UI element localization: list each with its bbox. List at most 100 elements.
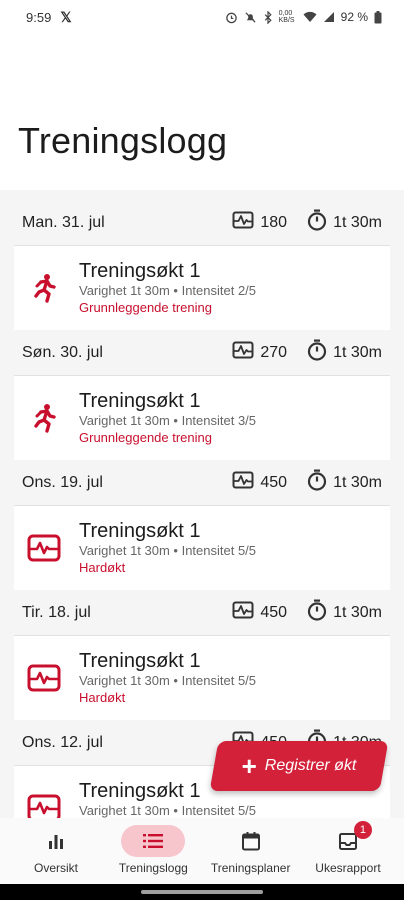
session-details: Varighet 1t 30m • Intensitet 3/5 [79, 413, 257, 428]
network-speed: 0,00 KB/S [278, 10, 295, 24]
day-stats: 270 1t 30m [232, 339, 382, 366]
training-load-stat: 450 [232, 471, 287, 494]
session-text: Treningsøkt 1 Varighet 1t 30m • Intensite… [79, 520, 256, 576]
heartbeat-icon [24, 788, 64, 818]
training-load-icon [232, 341, 254, 364]
calendar-icon [241, 832, 260, 851]
nav-icon-wrap: 1 [316, 821, 380, 857]
stopwatch-icon [307, 469, 327, 496]
duration-stat: 1t 30m [307, 599, 382, 626]
notification-badge: 1 [353, 821, 372, 839]
wifi-icon [303, 11, 317, 22]
training-load-icon [232, 601, 254, 624]
duration-stat: 1t 30m [307, 469, 382, 496]
heartbeat-icon [24, 528, 64, 568]
session-card[interactable]: Treningsøkt 1 Varighet 1t 30m • Intensite… [14, 376, 390, 460]
day-date: Ons. 12. jul [22, 733, 103, 751]
list-icon [143, 834, 164, 848]
nav-label: Treningslogg [118, 861, 188, 875]
runner-icon [24, 398, 64, 438]
training-load-value: 450 [260, 473, 288, 491]
day-stats: 180 1t 30m [232, 209, 382, 236]
status-right: 0,00 KB/S 92 % [225, 10, 382, 24]
nav-item-treningsplaner[interactable]: Treningsplaner [203, 818, 299, 884]
day-date: Man. 31. jul [22, 213, 105, 231]
session-title: Treningsøkt 1 [79, 650, 201, 672]
page-title: Treningslogg [18, 120, 228, 161]
session-card[interactable]: Treningsøkt 1 Varighet 1t 30m • Intensite… [14, 506, 390, 590]
day-group: Man. 31. jul 180 1t 30m Treningsøkt 1 Varigh… [14, 200, 390, 330]
nav-icon-wrap [24, 825, 88, 857]
day-group: Ons. 19. jul 450 1t 30m Treningsøkt 1 Varigh… [14, 460, 390, 590]
nav-icon-wrap-active [121, 825, 186, 857]
session-text: Treningsøkt 1 Varighet 1t 30m • Intensite… [79, 390, 256, 446]
x-app-icon: 𝕏 [60, 8, 72, 25]
training-log-content: Man. 31. jul 180 1t 30m Treningsøkt 1 Varigh… [14, 200, 390, 818]
nav-icon-wrap [219, 825, 283, 857]
session-details: Varighet 1t 30m • Intensitet 5/5 [79, 803, 257, 818]
status-time: 9:59 [26, 9, 52, 25]
alarm-icon [225, 12, 237, 23]
battery-percent: 92 % [340, 10, 368, 24]
training-load-value: 270 [260, 343, 288, 361]
training-load-stat: 450 [232, 601, 287, 624]
nav-item-oversikt[interactable]: Oversikt [8, 818, 104, 884]
nav-label: Oversikt [33, 861, 78, 875]
stopwatch-icon [307, 599, 327, 626]
session-title: Treningsøkt 1 [79, 260, 201, 282]
session-details: Varighet 1t 30m • Intensitet 5/5 [79, 543, 257, 558]
day-header: Man. 31. jul 180 1t 30m [14, 200, 390, 246]
duration-stat: 1t 30m [307, 209, 382, 236]
session-type: Hardøkt [79, 560, 126, 575]
training-load-icon [232, 471, 254, 494]
bar-chart-icon [49, 835, 63, 849]
bottom-nav: Oversikt Treningslogg Treningsplaner 1 U… [0, 818, 404, 884]
signal-icon [323, 12, 334, 22]
day-date: Søn. 30. jul [22, 343, 103, 361]
nav-item-treningslogg[interactable]: Treningslogg [105, 818, 201, 884]
session-type: Hardøkt [79, 690, 126, 705]
status-left: 9:59 𝕏 [26, 9, 72, 26]
day-header: Tir. 18. jul 450 1t 30m [14, 590, 390, 636]
register-session-button[interactable]: + Registrer økt [209, 741, 389, 791]
home-gesture-handle[interactable] [141, 890, 263, 894]
heartbeat-icon [24, 658, 64, 698]
training-log-list[interactable]: Man. 31. jul 180 1t 30m Treningsøkt 1 Varigh… [0, 190, 404, 818]
session-title: Treningsøkt 1 [79, 520, 201, 542]
training-load-value: 450 [260, 603, 288, 621]
bluetooth-icon [264, 10, 272, 24]
session-details: Varighet 1t 30m • Intensitet 2/5 [79, 283, 257, 298]
session-type: Grunnleggende trening [79, 300, 212, 315]
day-stats: 450 1t 30m [232, 599, 382, 626]
duration-stat: 1t 30m [307, 339, 382, 366]
day-group: Tir. 18. jul 450 1t 30m Treningsøkt 1 Varigh… [14, 590, 390, 720]
duration-value: 1t 30m [333, 603, 382, 621]
training-load-stat: 270 [232, 341, 287, 364]
day-date: Tir. 18. jul [22, 603, 91, 621]
nav-label: Treningsplaner [210, 861, 291, 875]
stopwatch-icon [307, 339, 327, 366]
nav-item-ukesrapport[interactable]: 1 Ukesrapport [300, 818, 396, 884]
plus-icon: + [241, 751, 257, 781]
session-card[interactable]: Treningsøkt 1 Varighet 1t 30m • Intensite… [14, 636, 390, 720]
training-load-icon [232, 211, 254, 234]
day-date: Ons. 19. jul [22, 473, 103, 491]
day-group: Søn. 30. jul 270 1t 30m Treningsøkt 1 Varigh… [14, 330, 390, 460]
duration-value: 1t 30m [333, 213, 382, 231]
status-bar: 9:59 𝕏 0,00 KB/S 92 % [0, 0, 404, 34]
session-title: Treningsøkt 1 [79, 390, 201, 412]
runner-icon [24, 268, 64, 308]
day-header: Søn. 30. jul 270 1t 30m [14, 330, 390, 376]
session-details: Varighet 1t 30m • Intensitet 5/5 [79, 673, 257, 688]
session-card[interactable]: Treningsøkt 1 Varighet 1t 30m • Intensite… [14, 246, 390, 330]
register-session-label: Registrer økt [264, 757, 357, 774]
system-gesture-bar [0, 884, 404, 900]
training-load-value: 180 [260, 213, 288, 231]
session-type: Grunnleggende trening [79, 430, 212, 445]
battery-icon [374, 10, 382, 23]
session-text: Treningsøkt 1 Varighet 1t 30m • Intensite… [79, 260, 256, 316]
duration-value: 1t 30m [333, 473, 382, 491]
day-header: Ons. 19. jul 450 1t 30m [14, 460, 390, 506]
stopwatch-icon [307, 209, 327, 236]
session-text: Treningsøkt 1 Varighet 1t 30m • Intensite… [79, 650, 256, 706]
